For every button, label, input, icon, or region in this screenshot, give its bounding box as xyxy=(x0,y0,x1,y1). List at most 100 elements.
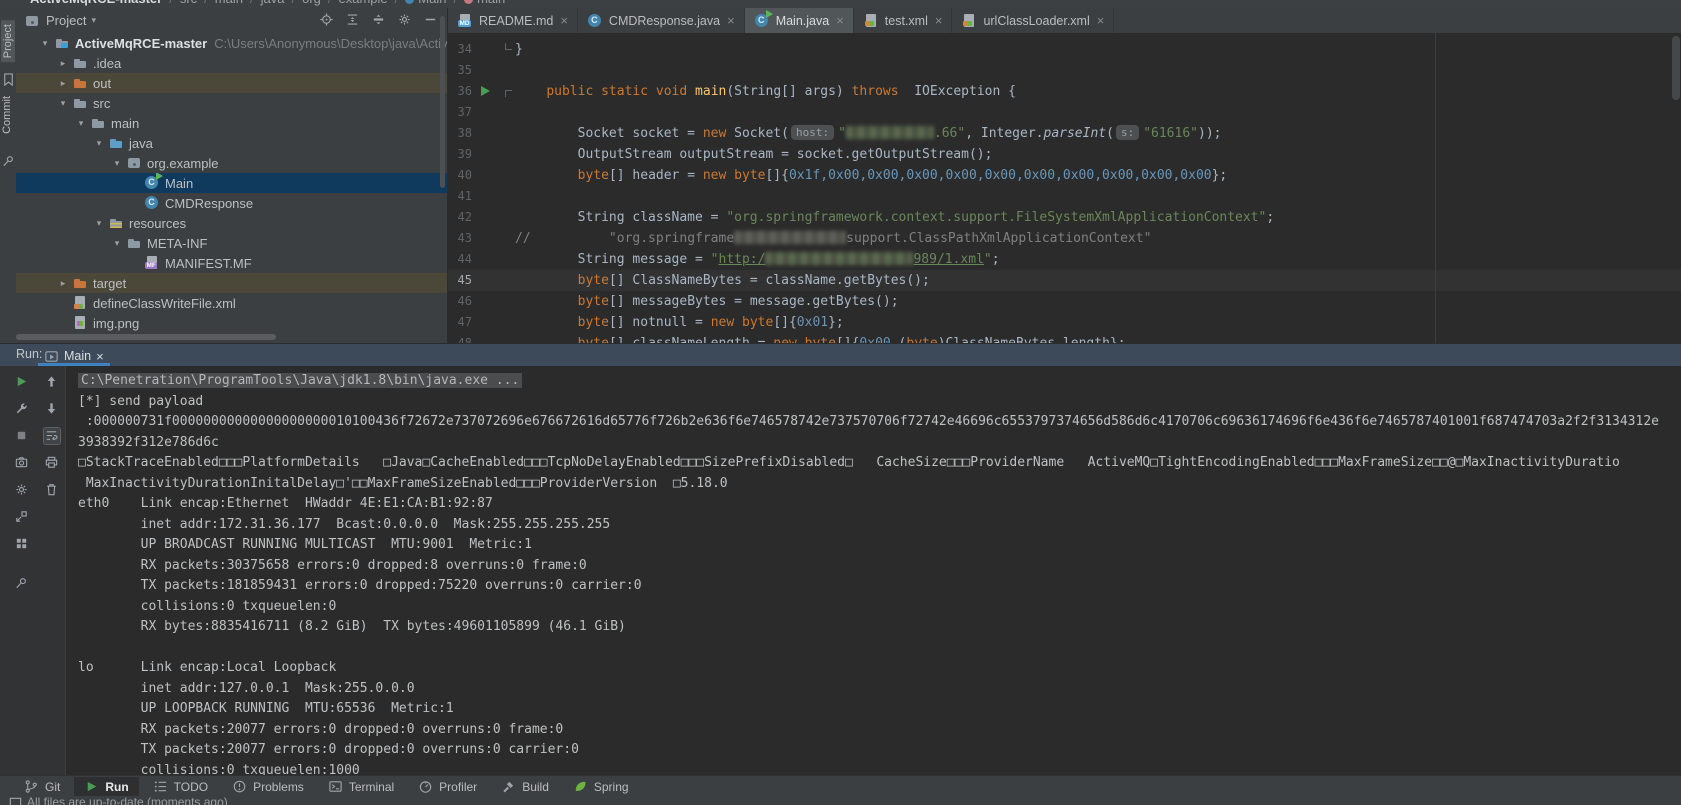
toolbar-git-button[interactable]: Git xyxy=(14,777,70,796)
tree-chevron-down-icon[interactable]: ▾ xyxy=(54,98,72,109)
tab-CMDResponse.java[interactable]: CMDResponse.java× xyxy=(578,8,745,33)
tree-chevron-down-icon[interactable]: ▾ xyxy=(108,158,126,169)
tree-chevron-down-icon[interactable]: ▾ xyxy=(72,118,90,129)
tree-item-target[interactable]: ▸target xyxy=(16,273,447,293)
tree-item-CMDResponse[interactable]: CMDResponse xyxy=(16,193,447,213)
tree-item-Main[interactable]: Main xyxy=(16,173,447,193)
wrench-button[interactable] xyxy=(14,401,30,417)
folder-icon xyxy=(72,95,88,111)
tree-chevron-down-icon[interactable]: ▾ xyxy=(36,38,54,49)
tab-urlClassLoader.xml[interactable]: urlClassLoader.xml× xyxy=(952,8,1114,33)
code-text: String message = "http:/989/1.xml"; xyxy=(515,249,1000,270)
tree-item-ActiveMqRCE-master[interactable]: ▾ActiveMqRCE-masterC:\Users\Anonymous\De… xyxy=(16,33,447,53)
camera-button[interactable] xyxy=(14,455,30,471)
toolbar-terminal-button[interactable]: Terminal xyxy=(318,777,404,796)
stop-button[interactable] xyxy=(14,428,30,444)
run-gutter-icon[interactable] xyxy=(481,86,490,96)
run-panel-label: Run: xyxy=(16,347,42,361)
breadcrumb-item[interactable]: java xyxy=(261,0,285,6)
toolbar-profiler-button[interactable]: Profiler xyxy=(408,777,487,796)
hide-icon[interactable] xyxy=(423,12,439,28)
breadcrumb-item[interactable]: Main xyxy=(418,0,446,6)
breadcrumb-item[interactable]: main xyxy=(215,0,243,6)
tab-Main.java[interactable]: Main.java× xyxy=(745,8,854,33)
close-icon[interactable]: × xyxy=(96,349,104,364)
trash-button[interactable] xyxy=(44,482,60,498)
rerun-button[interactable] xyxy=(14,374,30,390)
breadcrumb-item[interactable]: example xyxy=(339,0,388,6)
class-icon xyxy=(405,0,414,4)
folder-source-icon xyxy=(108,135,124,151)
close-icon[interactable]: × xyxy=(935,16,943,26)
up-button[interactable] xyxy=(44,374,60,390)
console-line: collisions:0 txqueuelen:1000 xyxy=(78,761,1681,776)
toolbar-build-button[interactable]: Build xyxy=(491,777,559,796)
line-number: 46 xyxy=(448,291,472,312)
tab-label: README.md xyxy=(479,14,553,28)
tree-chevron-right-icon[interactable]: ▸ xyxy=(54,278,72,289)
tree-chevron-right-icon[interactable]: ▸ xyxy=(54,58,72,69)
editor-line-38: 38 Socket socket = new Socket(host:".66"… xyxy=(448,123,1681,144)
tree-horizontal-scrollbar[interactable] xyxy=(16,334,276,340)
breadcrumb[interactable]: ActiveMqRCE-master/src/main/java/org/exa… xyxy=(0,0,1681,8)
breadcrumb-item[interactable]: main xyxy=(477,0,505,6)
softwrap-button[interactable] xyxy=(44,428,60,444)
console-line: □StackTraceEnabled□□□PlatformDetails □Ja… xyxy=(78,453,1681,474)
close-icon[interactable]: × xyxy=(1097,16,1105,26)
tree-item-.idea[interactable]: ▸.idea xyxy=(16,53,447,73)
toolbar-spring-button[interactable]: Spring xyxy=(563,777,639,796)
tree-chevron-down-icon[interactable]: ▾ xyxy=(90,218,108,229)
tree-item-MANIFEST.MF[interactable]: MANIFEST.MF xyxy=(16,253,447,273)
code-text: OutputStream outputStream = socket.getOu… xyxy=(515,144,992,165)
tree-item-defineClassWriteFile.xml[interactable]: defineClassWriteFile.xml xyxy=(16,293,447,313)
tree-item-label: src xyxy=(93,96,110,111)
editor-scrollbar[interactable] xyxy=(1672,36,1680,100)
print-button[interactable] xyxy=(44,455,60,471)
tree-item-src[interactable]: ▾ src xyxy=(16,93,447,113)
toolbar-problems-button[interactable]: Problems xyxy=(222,777,314,796)
breadcrumb-item[interactable]: ActiveMqRCE-master xyxy=(30,0,162,6)
console-line: eth0 Link encap:Ethernet HWaddr 4E:E1:CA… xyxy=(78,494,1681,515)
tree-item-out[interactable]: ▸out xyxy=(16,73,447,93)
grid-button[interactable] xyxy=(14,536,30,552)
stripe-project-button[interactable]: Project xyxy=(1,20,15,62)
toolbar-run-button[interactable]: Run xyxy=(74,777,138,796)
run-console-output[interactable]: C:\Penetration\ProgramTools\Java\jdk1.8\… xyxy=(66,366,1681,775)
tree-item-resources[interactable]: ▾resources xyxy=(16,213,447,233)
bookmark-icon[interactable] xyxy=(1,72,15,86)
checkbox-icon xyxy=(8,797,20,805)
collapse-icon[interactable] xyxy=(345,12,361,28)
close-icon[interactable]: × xyxy=(560,16,568,26)
close-icon[interactable]: × xyxy=(836,16,844,26)
expand-icon[interactable] xyxy=(371,12,387,28)
tab-test.xml[interactable]: test.xml× xyxy=(854,8,953,33)
breadcrumb-item[interactable]: org xyxy=(302,0,321,6)
editor-area[interactable]: 34}3536 public static void main(String[]… xyxy=(448,33,1681,343)
terminal-icon xyxy=(328,779,343,794)
down-button[interactable] xyxy=(44,401,60,417)
tree-item-java[interactable]: ▾java xyxy=(16,133,447,153)
tree-item-META-INF[interactable]: ▾META-INF xyxy=(16,233,447,253)
tree-item-org.example[interactable]: ▾org.example xyxy=(16,153,447,173)
tab-README.md[interactable]: README.md × xyxy=(448,8,578,33)
locate-icon[interactable] xyxy=(319,12,335,28)
tree-vertical-scrollbar[interactable] xyxy=(440,16,445,188)
tree-chevron-down-icon[interactable]: ▾ xyxy=(108,238,126,249)
gear-button[interactable] xyxy=(14,482,30,498)
tree-chevron-right-icon[interactable]: ▸ xyxy=(54,78,72,89)
close-icon[interactable]: × xyxy=(727,16,735,26)
restore-button[interactable] xyxy=(14,509,30,525)
pin-icon[interactable] xyxy=(1,154,15,168)
tree-item-img.png[interactable]: img.png xyxy=(16,313,447,333)
editor-line-42: 42 String className = "org.springframewo… xyxy=(448,207,1681,228)
toolbar-todo-button[interactable]: TODO xyxy=(143,777,218,796)
pin-button[interactable] xyxy=(14,576,30,592)
tree-item-main[interactable]: ▾main xyxy=(16,113,447,133)
breadcrumb-item[interactable]: src xyxy=(180,0,197,6)
gear-icon[interactable] xyxy=(397,12,413,28)
fold-marker[interactable] xyxy=(505,90,512,97)
project-panel-title: Project xyxy=(46,13,86,28)
fold-marker[interactable] xyxy=(505,43,512,50)
tree-chevron-down-icon[interactable]: ▾ xyxy=(90,138,108,149)
stripe-commit-button[interactable]: Commit xyxy=(1,96,13,134)
